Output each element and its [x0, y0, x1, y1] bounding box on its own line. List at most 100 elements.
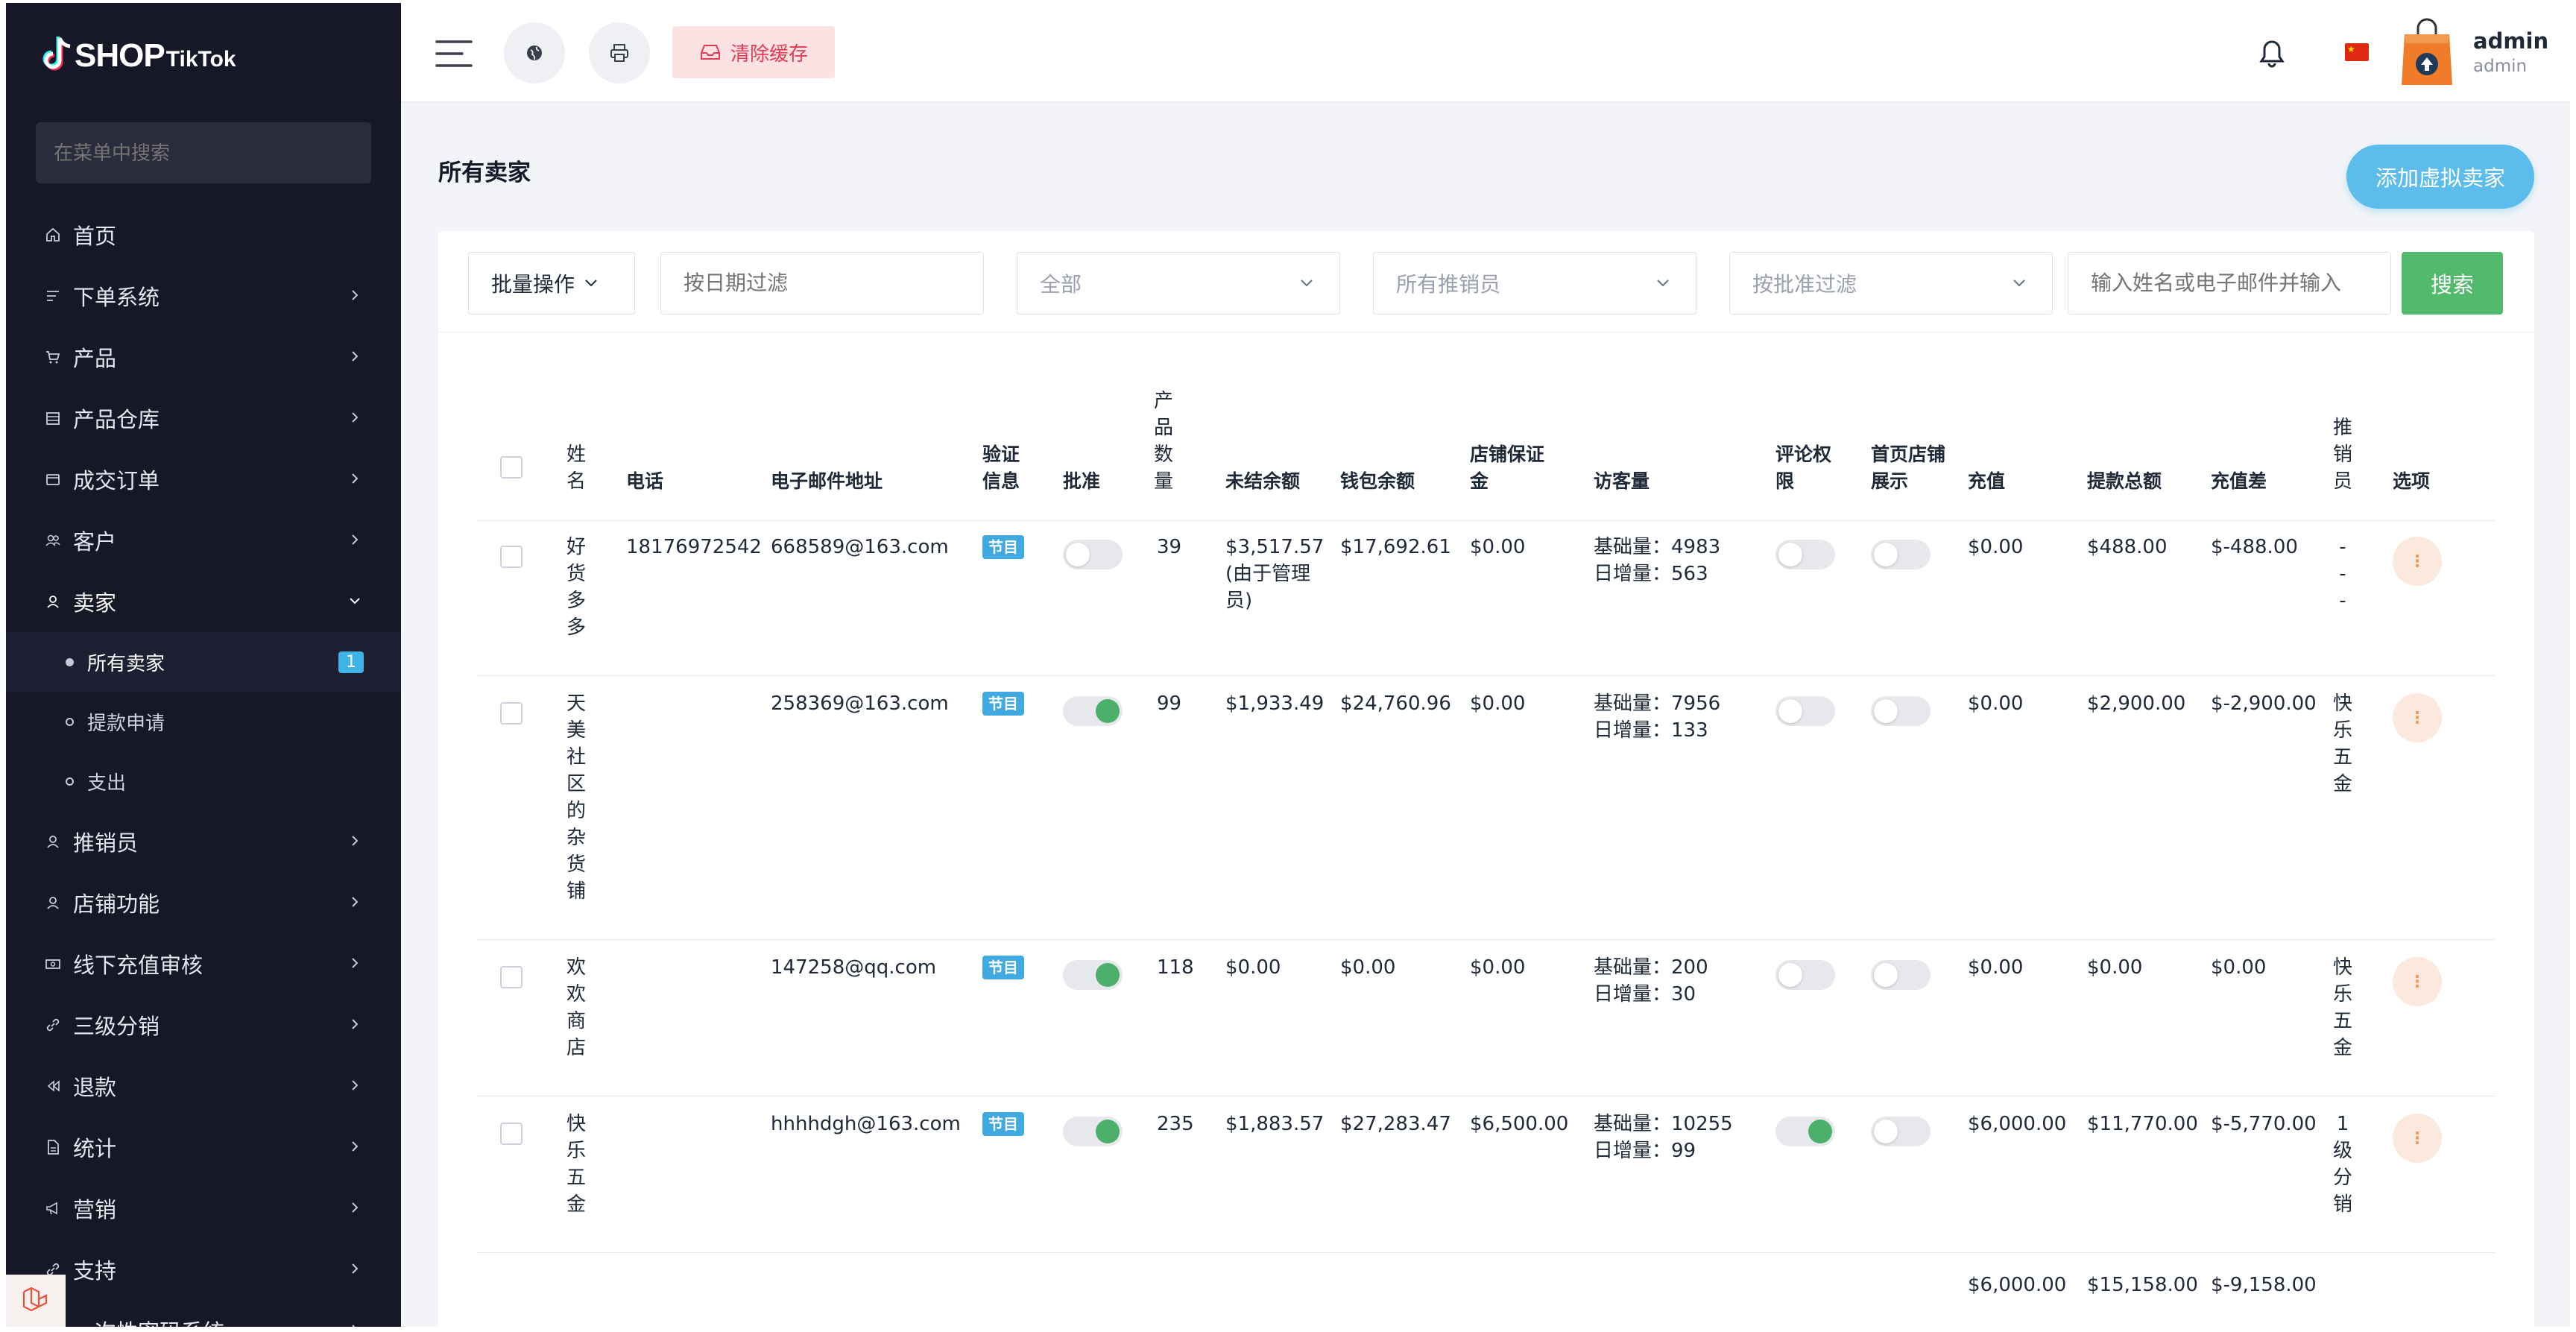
sidebar-item-label: 营销 [73, 1193, 116, 1224]
recharge-difference: $-5,770.00 [2211, 1111, 2317, 1137]
chevron-down-icon [1655, 278, 1670, 288]
sidebar-item-order-system[interactable]: 下单系统 [6, 265, 401, 326]
logo[interactable]: SHOP TikTok [40, 30, 236, 82]
user-name: admin [2473, 28, 2548, 54]
verify-tag[interactable]: 节目 [982, 1112, 1024, 1136]
laravel-debug-icon[interactable] [6, 1275, 66, 1327]
globe-button[interactable] [504, 22, 565, 83]
homepage-display-toggle[interactable] [1871, 540, 1931, 569]
menu-search-input[interactable] [36, 122, 371, 183]
warehouse-icon [45, 410, 61, 426]
sidebar-subitem-label: 所有卖家 [87, 648, 165, 676]
withdraw-total: $2,900.00 [2087, 690, 2185, 717]
user-role: admin [2473, 57, 2527, 76]
sidebar-item-distribution[interactable]: 三级分销 [6, 994, 401, 1055]
sidebar-item-salesmen[interactable]: 推销员 [6, 811, 401, 872]
status-select[interactable]: 全部 [1017, 252, 1340, 315]
column-header-homepage: 首页店铺 [1871, 441, 1945, 468]
column-header-review: 评论权 [1775, 441, 1831, 468]
approve-toggle[interactable] [1063, 540, 1123, 569]
salesman-name: 乐 [2332, 981, 2354, 1008]
link-icon [45, 1017, 61, 1033]
date-filter-input[interactable] [660, 252, 984, 315]
homepage-display-toggle[interactable] [1871, 960, 1931, 990]
money-icon [45, 956, 61, 972]
pending-balance: $1,933.49 [1225, 690, 1324, 717]
bulk-actions-dropdown[interactable]: 批量操作 [468, 252, 635, 315]
seller-name: 社 [565, 744, 587, 771]
options-button[interactable]: ⋮ [2393, 1114, 2442, 1163]
column-header-visits: 访客量 [1594, 468, 1650, 495]
seller-name: 杂 [565, 824, 587, 851]
approve-toggle[interactable] [1063, 1117, 1123, 1146]
options-button[interactable]: ⋮ [2393, 537, 2442, 586]
options-button[interactable]: ⋮ [2393, 957, 2442, 1006]
print-button[interactable] [589, 22, 650, 83]
clear-cache-button[interactable]: 清除缓存 [672, 26, 835, 78]
approve-toggle[interactable] [1063, 960, 1123, 990]
approve-toggle[interactable] [1063, 696, 1123, 726]
sidebar-item-products[interactable]: 产品 [6, 326, 401, 388]
salesman-name: 五 [2332, 744, 2354, 771]
sidebar-item-sellers[interactable]: 卖家 [6, 571, 401, 632]
search-button[interactable]: 搜索 [2402, 252, 2503, 315]
column-header-withdraw: 提款总额 [2087, 468, 2162, 495]
sidebar-item-warehouse[interactable]: 产品仓库 [6, 388, 401, 449]
row-checkbox[interactable] [500, 1123, 523, 1145]
sidebar-item-shop-functions[interactable]: 店铺功能 [6, 872, 401, 933]
row-checkbox[interactable] [500, 702, 523, 725]
sidebar-item-statistics[interactable]: 统计 [6, 1117, 401, 1178]
row-checkbox[interactable] [500, 966, 523, 988]
keyword-search-input[interactable] [2068, 252, 2391, 315]
sidebar-item-customers[interactable]: 客户 [6, 510, 401, 571]
homepage-display-toggle[interactable] [1871, 1117, 1931, 1146]
salesman-select[interactable]: 所有推销员 [1373, 252, 1696, 315]
hamburger-menu-icon[interactable] [435, 39, 473, 69]
verify-tag[interactable]: 节目 [982, 535, 1024, 559]
avatar[interactable] [2399, 18, 2455, 88]
seller-name: 铺 [565, 878, 587, 905]
sidebar-subitem-withdraw-requests[interactable]: 提款申请 [6, 692, 401, 751]
toggle-knob [1778, 963, 1802, 987]
add-virtual-seller-button[interactable]: 添加虚拟卖家 [2346, 145, 2534, 209]
review-permission-toggle[interactable] [1775, 1117, 1835, 1146]
sidebar-item-label: 产品 [73, 341, 116, 373]
bell-icon[interactable] [2257, 39, 2287, 69]
seller-name: 快 [565, 1111, 587, 1137]
column-header-products: 产 [1152, 388, 1175, 414]
sidebar-item-home[interactable]: 首页 [6, 204, 401, 265]
row-checkbox[interactable] [500, 546, 523, 568]
sidebar: SHOP TikTok 首页 下单系统 产品 产品仓库 [6, 3, 401, 1327]
china-flag-icon[interactable] [2345, 43, 2369, 61]
salesman-select-value: 所有推销员 [1396, 268, 1500, 298]
sidebar-item-orders[interactable]: 成交订单 [6, 449, 401, 510]
seller-name: 金 [565, 1191, 587, 1218]
sidebar-subitem-payouts[interactable]: 支出 [6, 751, 401, 811]
verify-tag[interactable]: 节目 [982, 692, 1024, 716]
sellers-card: 批量操作 全部 所有推销员 按批准过滤 搜索 姓名电话电子邮件地址充值提款总额充… [438, 231, 2534, 1327]
review-permission-toggle[interactable] [1775, 696, 1835, 726]
column-header-recharge: 充值 [1968, 468, 2005, 495]
sidebar-item-label: 客户 [73, 525, 116, 556]
approval-select[interactable]: 按批准过滤 [1729, 252, 2053, 315]
homepage-display-toggle[interactable] [1871, 696, 1931, 726]
sidebar-item-refund[interactable]: 退款 [6, 1055, 401, 1117]
review-permission-toggle[interactable] [1775, 540, 1835, 569]
chevron-right-icon [347, 1200, 362, 1215]
review-permission-toggle[interactable] [1775, 960, 1835, 990]
verify-tag[interactable]: 节目 [982, 956, 1024, 979]
options-button[interactable]: ⋮ [2393, 693, 2442, 742]
sidebar-item-label: 卖家 [73, 586, 116, 617]
sidebar-item-offline-recharge[interactable]: 线下充值审核 [6, 933, 401, 994]
visits-daily: 日增量：30 [1594, 981, 1696, 1008]
withdraw-total: $488.00 [2087, 534, 2168, 561]
sidebar-subitem-all-sellers[interactable]: 所有卖家 1 [6, 632, 401, 692]
sidebar-item-marketing[interactable]: 营销 [6, 1178, 401, 1239]
inbox-icon [699, 43, 722, 61]
megaphone-icon [45, 1200, 61, 1216]
seller-name: 货 [565, 561, 587, 587]
chevron-right-icon [347, 1261, 362, 1276]
select-all-checkbox[interactable] [500, 456, 523, 479]
chevron-right-icon [347, 471, 362, 486]
column-header-email: 电子邮件地址 [771, 468, 883, 495]
